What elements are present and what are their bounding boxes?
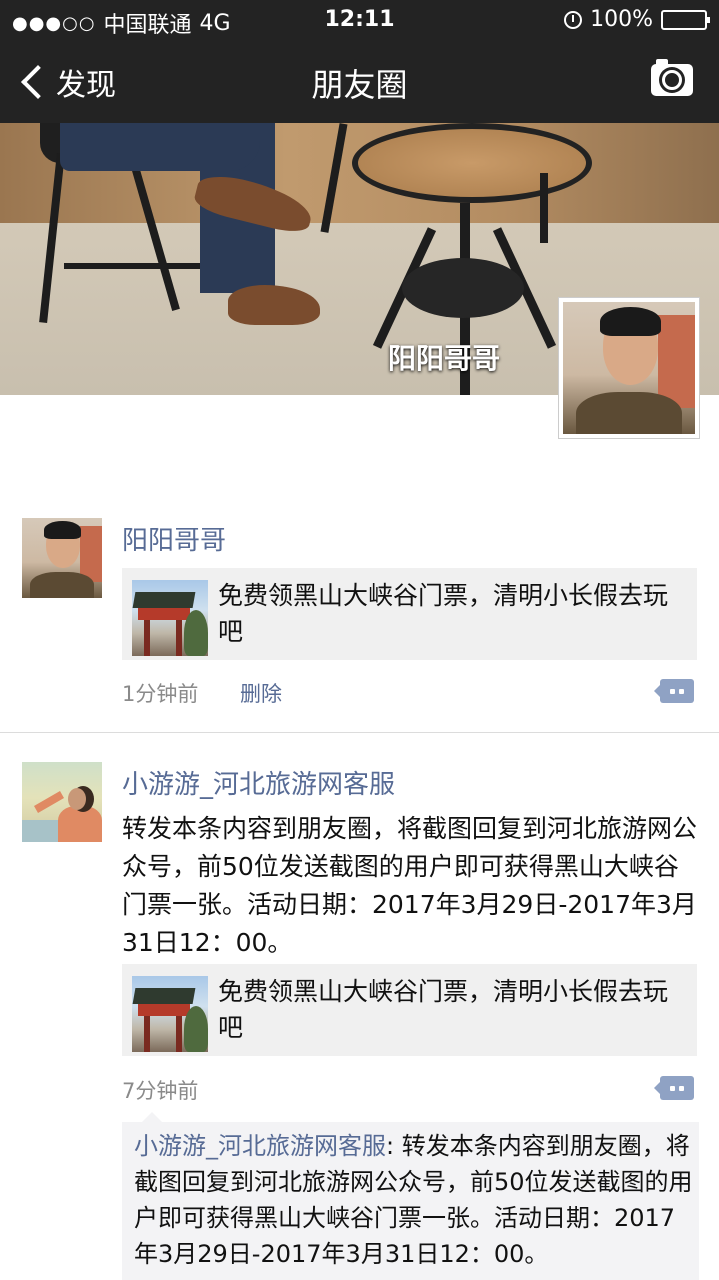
- camera-icon[interactable]: [651, 59, 693, 96]
- avatar-image: [22, 518, 102, 598]
- top-bar: ●●●○○ 中国联通 4G 12:11 100% 发现 朋友圈: [0, 0, 719, 123]
- link-thumbnail: [132, 580, 208, 656]
- link-title: 免费领黑山大峡谷门票，清明小长假去玩吧: [218, 977, 669, 1042]
- divider: [0, 732, 719, 733]
- alarm-icon: [564, 10, 583, 29]
- avatar[interactable]: [22, 762, 102, 842]
- cover-avatar[interactable]: [558, 297, 700, 439]
- page-title: 朋友圈: [311, 66, 408, 104]
- nav-bar: 发现 朋友圈: [0, 40, 719, 123]
- comment-separator: :: [386, 1132, 395, 1160]
- post-author-name[interactable]: 小游游_河北旅游网客服: [122, 764, 395, 801]
- comment-item: 小游游_河北旅游网客服: 转发本条内容到朋友圈，将截图回复到河北旅游网公众号，前…: [134, 1128, 694, 1272]
- comment-menu-icon[interactable]: [654, 1076, 694, 1100]
- post-time: 7分钟前: [122, 1079, 199, 1103]
- delete-link[interactable]: 删除: [240, 678, 282, 708]
- comment-author[interactable]: 小游游_河北旅游网客服: [134, 1132, 386, 1160]
- status-bar: ●●●○○ 中国联通 4G 12:11 100%: [0, 0, 719, 40]
- link-card[interactable]: 免费领黑山大峡谷门票，清明小长假去玩吧: [122, 964, 697, 1056]
- avatar[interactable]: [22, 518, 102, 598]
- comment-box: 小游游_河北旅游网客服: 转发本条内容到朋友圈，将截图回复到河北旅游网公众号，前…: [122, 1112, 699, 1280]
- avatar-image: [563, 302, 695, 434]
- cover-user-name: 阳阳哥哥: [388, 342, 501, 375]
- link-title: 免费领黑山大峡谷门票，清明小长假去玩吧: [218, 581, 669, 646]
- post-time: 1分钟前: [122, 682, 199, 706]
- post-author-name[interactable]: 阳阳哥哥: [122, 520, 226, 557]
- link-thumbnail: [132, 976, 208, 1052]
- comment-menu-icon[interactable]: [654, 679, 694, 703]
- battery-percent: 100%: [590, 7, 653, 32]
- battery-icon: [661, 9, 710, 30]
- link-card[interactable]: 免费领黑山大峡谷门票，清明小长假去玩吧: [122, 568, 697, 660]
- post-text: 转发本条内容到朋友圈，将截图回复到河北旅游网公众号，前50位发送截图的用户即可获…: [122, 814, 698, 957]
